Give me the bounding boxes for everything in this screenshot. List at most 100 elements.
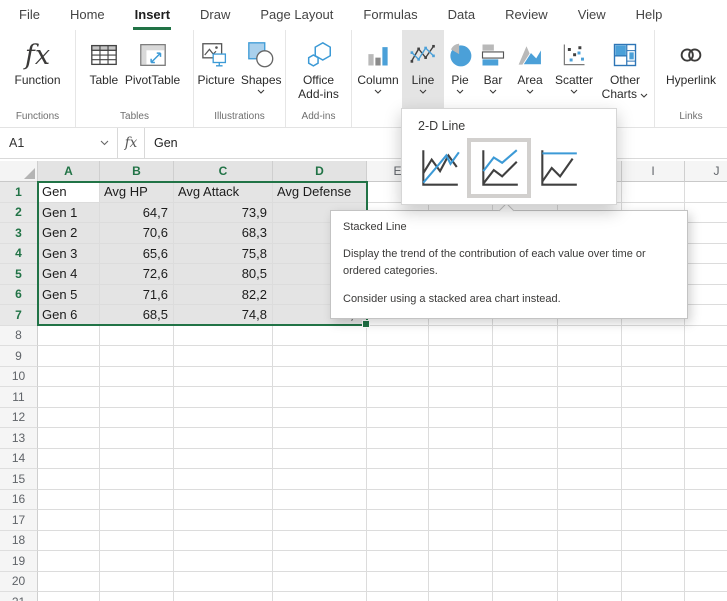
cell-H19[interactable]	[558, 551, 622, 572]
cell-B13[interactable]	[100, 428, 174, 449]
column-header-C[interactable]: C	[174, 161, 273, 182]
menu-tab-help[interactable]: Help	[621, 0, 678, 30]
cell-G10[interactable]	[493, 367, 558, 388]
cell-D17[interactable]	[273, 510, 367, 531]
table-button[interactable]: Table	[86, 30, 122, 109]
row-header-12[interactable]: 12	[0, 408, 38, 429]
cell-H15[interactable]	[558, 469, 622, 490]
cell-I14[interactable]	[622, 449, 685, 470]
cell-G9[interactable]	[493, 346, 558, 367]
cell-A11[interactable]	[38, 387, 100, 408]
cell-C4[interactable]: 75,8	[174, 244, 273, 265]
cell-C17[interactable]	[174, 510, 273, 531]
cell-I15[interactable]	[622, 469, 685, 490]
cell-B11[interactable]	[100, 387, 174, 408]
cell-H18[interactable]	[558, 531, 622, 552]
row-header-14[interactable]: 14	[0, 449, 38, 470]
pivottable-button[interactable]: PivotTable	[122, 30, 183, 109]
cell-G20[interactable]	[493, 572, 558, 593]
cell-G19[interactable]	[493, 551, 558, 572]
menu-tab-insert[interactable]: Insert	[120, 0, 185, 30]
column-header-D[interactable]: D	[273, 161, 367, 182]
row-header-17[interactable]: 17	[0, 510, 38, 531]
cell-A18[interactable]	[38, 531, 100, 552]
menu-tab-file[interactable]: File	[4, 0, 55, 30]
cell-E10[interactable]	[367, 367, 429, 388]
cell-A13[interactable]	[38, 428, 100, 449]
cell-J9[interactable]	[685, 346, 727, 367]
name-box[interactable]: A1	[0, 128, 118, 158]
cell-I21[interactable]	[622, 592, 685, 601]
cell-G12[interactable]	[493, 408, 558, 429]
cell-C9[interactable]	[174, 346, 273, 367]
cell-G17[interactable]	[493, 510, 558, 531]
cell-F13[interactable]	[429, 428, 493, 449]
cell-D12[interactable]	[273, 408, 367, 429]
cell-C12[interactable]	[174, 408, 273, 429]
cell-B14[interactable]	[100, 449, 174, 470]
cell-A15[interactable]	[38, 469, 100, 490]
cell-F19[interactable]	[429, 551, 493, 572]
cell-A17[interactable]	[38, 510, 100, 531]
column-chart-button[interactable]: Column	[354, 30, 402, 109]
cell-J3[interactable]	[685, 223, 727, 244]
cell-A1[interactable]: Gen	[38, 182, 100, 203]
option-stacked-line[interactable]	[467, 138, 531, 198]
cell-I20[interactable]	[622, 572, 685, 593]
cell-B17[interactable]	[100, 510, 174, 531]
cell-H16[interactable]	[558, 490, 622, 511]
cell-J8[interactable]	[685, 326, 727, 347]
cell-I16[interactable]	[622, 490, 685, 511]
cell-H14[interactable]	[558, 449, 622, 470]
row-header-15[interactable]: 15	[0, 469, 38, 490]
cell-G14[interactable]	[493, 449, 558, 470]
function-button[interactable]: fx Function	[11, 30, 63, 109]
cell-C13[interactable]	[174, 428, 273, 449]
menu-tab-view[interactable]: View	[563, 0, 621, 30]
cell-J20[interactable]	[685, 572, 727, 593]
cell-D15[interactable]	[273, 469, 367, 490]
cell-B6[interactable]: 71,6	[100, 285, 174, 306]
other-charts-button[interactable]: Other Charts	[598, 30, 652, 109]
row-header-20[interactable]: 20	[0, 572, 38, 593]
scatter-chart-button[interactable]: Scatter	[550, 30, 598, 109]
cell-E13[interactable]	[367, 428, 429, 449]
row-header-6[interactable]: 6	[0, 285, 38, 306]
cell-B9[interactable]	[100, 346, 174, 367]
cell-E11[interactable]	[367, 387, 429, 408]
cell-A20[interactable]	[38, 572, 100, 593]
cell-F11[interactable]	[429, 387, 493, 408]
cell-E18[interactable]	[367, 531, 429, 552]
cell-B20[interactable]	[100, 572, 174, 593]
cell-C1[interactable]: Avg Attack	[174, 182, 273, 203]
menu-tab-page-layout[interactable]: Page Layout	[245, 0, 348, 30]
cell-E9[interactable]	[367, 346, 429, 367]
cell-F14[interactable]	[429, 449, 493, 470]
column-header-I[interactable]: I	[622, 161, 685, 182]
cell-A4[interactable]: Gen 3	[38, 244, 100, 265]
cell-E14[interactable]	[367, 449, 429, 470]
cell-E19[interactable]	[367, 551, 429, 572]
select-all-corner[interactable]	[0, 161, 38, 182]
cell-B4[interactable]: 65,6	[100, 244, 174, 265]
row-header-13[interactable]: 13	[0, 428, 38, 449]
cell-I17[interactable]	[622, 510, 685, 531]
cell-I1[interactable]	[622, 182, 685, 203]
hyperlink-button[interactable]: Hyperlink	[663, 30, 719, 109]
cell-B3[interactable]: 70,6	[100, 223, 174, 244]
menu-tab-draw[interactable]: Draw	[185, 0, 245, 30]
row-header-9[interactable]: 9	[0, 346, 38, 367]
cell-J7[interactable]	[685, 305, 727, 326]
cell-C5[interactable]: 80,5	[174, 264, 273, 285]
menu-tab-home[interactable]: Home	[55, 0, 120, 30]
cell-C14[interactable]	[174, 449, 273, 470]
row-header-21[interactable]: 21	[0, 592, 38, 601]
cell-E15[interactable]	[367, 469, 429, 490]
cell-B10[interactable]	[100, 367, 174, 388]
cell-F10[interactable]	[429, 367, 493, 388]
cell-C21[interactable]	[174, 592, 273, 601]
cell-A10[interactable]	[38, 367, 100, 388]
cell-I8[interactable]	[622, 326, 685, 347]
cell-B16[interactable]	[100, 490, 174, 511]
cell-D16[interactable]	[273, 490, 367, 511]
